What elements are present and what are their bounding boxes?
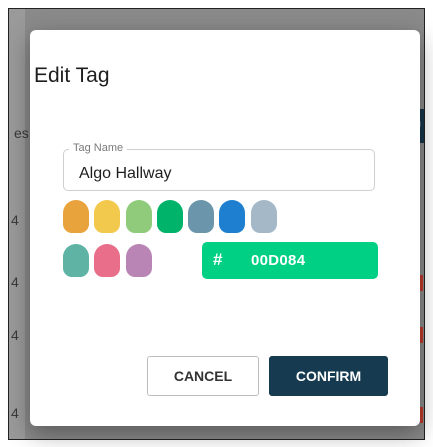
tag-name-input[interactable] [64, 150, 374, 190]
color-swatch-pink[interactable] [94, 244, 120, 277]
color-swatch-blue[interactable] [219, 200, 245, 233]
hex-value: 00D084 [251, 252, 306, 269]
color-swatch-orange[interactable] [63, 200, 89, 233]
background-row-digit: 4 [11, 405, 19, 421]
color-swatch-steel-blue[interactable] [188, 200, 214, 233]
color-swatch-purple[interactable] [126, 244, 152, 277]
background-row-digit: 4 [11, 274, 19, 290]
color-swatch-yellow[interactable] [94, 200, 120, 233]
color-swatch-gray-blue[interactable] [251, 200, 277, 233]
background-red-marker [420, 407, 423, 423]
tag-name-field[interactable]: Tag Name [63, 142, 375, 191]
selected-color-hex[interactable]: # 00D084 [202, 242, 378, 279]
dialog-title: Edit Tag [34, 64, 110, 87]
background-red-marker [420, 327, 423, 343]
background-row-digit: 4 [11, 212, 19, 228]
background-text-fragment: es [14, 125, 29, 141]
color-swatch-teal[interactable] [63, 244, 89, 277]
background-red-marker [420, 275, 423, 291]
color-swatch-light-green[interactable] [126, 200, 152, 233]
hash-icon: # [213, 250, 223, 269]
color-swatch-green[interactable] [157, 200, 183, 233]
confirm-button[interactable]: CONFIRM [269, 356, 388, 396]
cancel-button[interactable]: CANCEL [147, 356, 259, 396]
background-row-digit: 4 [11, 327, 19, 343]
